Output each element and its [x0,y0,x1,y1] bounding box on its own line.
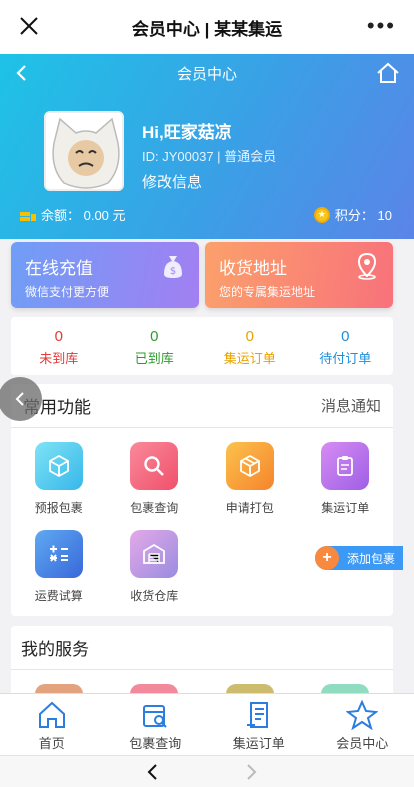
func-consolidation-order[interactable]: 集运订单 [298,442,394,516]
balance-text: 余额： 0.00 元 [41,208,126,223]
stat-label: 未到库 [39,351,79,366]
tab-member-center[interactable]: 会员中心 [311,694,414,755]
card-subtitle: 微信支付更方便 [25,285,110,299]
money-bag-icon: $ [164,256,182,278]
more-icon[interactable]: ••• [367,15,396,37]
stat-label: 集运订单 [223,351,276,366]
stat-consolidation-orders[interactable]: 0 集运订单 [202,317,298,375]
tab-label: 会员中心 [336,736,389,751]
stat-label: 待付订单 [319,351,372,366]
user-id: ID: JY00037 | 普通会员 [142,149,277,164]
home-icon[interactable] [376,61,400,85]
search-icon [130,442,179,490]
panel-header: 常用功能 消息通知 [11,384,393,428]
func-forecast-package[interactable]: 预报包裹 [11,442,107,516]
cat-face-icon [52,117,120,189]
coins-stack-icon [20,211,36,221]
func-label: 集运订单 [321,501,370,515]
tab-consolidation-orders[interactable]: 集运订单 [207,694,311,755]
func-label: 运费试算 [34,589,83,603]
star-icon [346,700,379,730]
bottom-tab-bar: 首页 包裹查询 集运订单 会员中心 [0,693,414,755]
stat-not-arrived[interactable]: 0 未到库 [11,317,107,375]
location-pin-icon [357,252,377,280]
func-label: 收货仓库 [130,589,179,603]
add-package-label: 添加包裹 [346,551,395,566]
tab-label: 包裹查询 [129,736,182,751]
home-icon [38,701,65,728]
edit-profile-link[interactable]: 修改信息 [142,171,202,192]
wechat-title: 会员中心 | 某某集运 [131,19,283,39]
stat-label: 已到库 [134,351,174,366]
shipping-address-card[interactable]: 收货地址 您的专属集运地址 [205,242,393,308]
plus-icon: + [314,546,339,570]
stat-arrived[interactable]: 0 已到库 [107,317,203,375]
browser-nav-bar [0,755,414,787]
func-label: 包裹查询 [130,501,179,515]
tab-home[interactable]: 首页 [0,694,104,755]
svg-text:$: $ [170,266,176,277]
stat-count: 0 [341,328,350,345]
page-title: 会员中心 [176,65,237,83]
tab-label: 集运订单 [232,736,285,751]
online-recharge-card[interactable]: 在线充值 微信支付更方便 $ [11,242,199,308]
common-functions-panel: 常用功能 消息通知 预报包裹 包裹查询 申请打包 集运订单 运费试算 收货仓库 [11,384,393,616]
message-notice-link[interactable]: 消息通知 [321,395,381,416]
member-header: 会员中心 Hi,旺家菇凉 ID: JY00037 | 普通会员 修改信息 余额：… [0,54,414,239]
func-freight-calculator[interactable]: 运费试算 [11,530,107,604]
points-text: 积分： 10 [334,208,392,223]
avatar[interactable] [44,111,124,191]
username: Hi,旺家菇凉 [142,123,232,142]
browser-forward-icon[interactable] [244,764,258,780]
stat-unpaid-orders[interactable]: 0 待付订单 [298,317,394,375]
tab-package-search[interactable]: 包裹查询 [104,694,208,755]
func-apply-packing[interactable]: 申请打包 [202,442,298,516]
points-star-icon: ★ [313,206,330,223]
stat-count: 0 [245,328,254,345]
tab-label: 首页 [38,736,65,751]
browser-back-icon[interactable] [146,764,160,780]
panel-title: 我的服务 [11,626,393,670]
close-icon[interactable] [18,15,40,37]
func-receiving-warehouse[interactable]: 收货仓库 [107,530,203,604]
order-list-icon [246,702,268,728]
warehouse-icon [130,530,179,578]
wechat-title-bar: 会员中心 | 某某集运 ••• [0,0,414,54]
page-nav: 会员中心 [0,54,414,92]
order-stats: 0 未到库 0 已到库 0 集运订单 0 待付订单 [11,317,393,375]
floating-back-button[interactable] [0,377,42,421]
func-package-search[interactable]: 包裹查询 [107,442,203,516]
stat-count: 0 [54,328,63,345]
points: ★ 积分： 10 [313,205,392,224]
function-grid: 预报包裹 包裹查询 申请打包 集运订单 运费试算 收货仓库 [11,428,393,604]
func-label: 申请打包 [225,501,274,515]
package-icon [225,442,274,490]
add-package-button[interactable]: + 添加包裹 [314,546,403,570]
card-subtitle: 您的专属集运地址 [219,285,316,299]
parcel-search-icon [143,705,167,728]
calculator-icon [34,530,83,578]
func-label: 预报包裹 [34,501,83,515]
action-cards: 在线充值 微信支付更方便 $ 收货地址 您的专属集运地址 [11,242,393,308]
balance: 余额： 0.00 元 [20,205,126,224]
chevron-left-icon [15,392,24,406]
back-arrow-icon[interactable] [12,63,32,83]
stat-count: 0 [150,328,159,345]
clipboard-icon [321,442,370,490]
box-icon [34,442,83,490]
